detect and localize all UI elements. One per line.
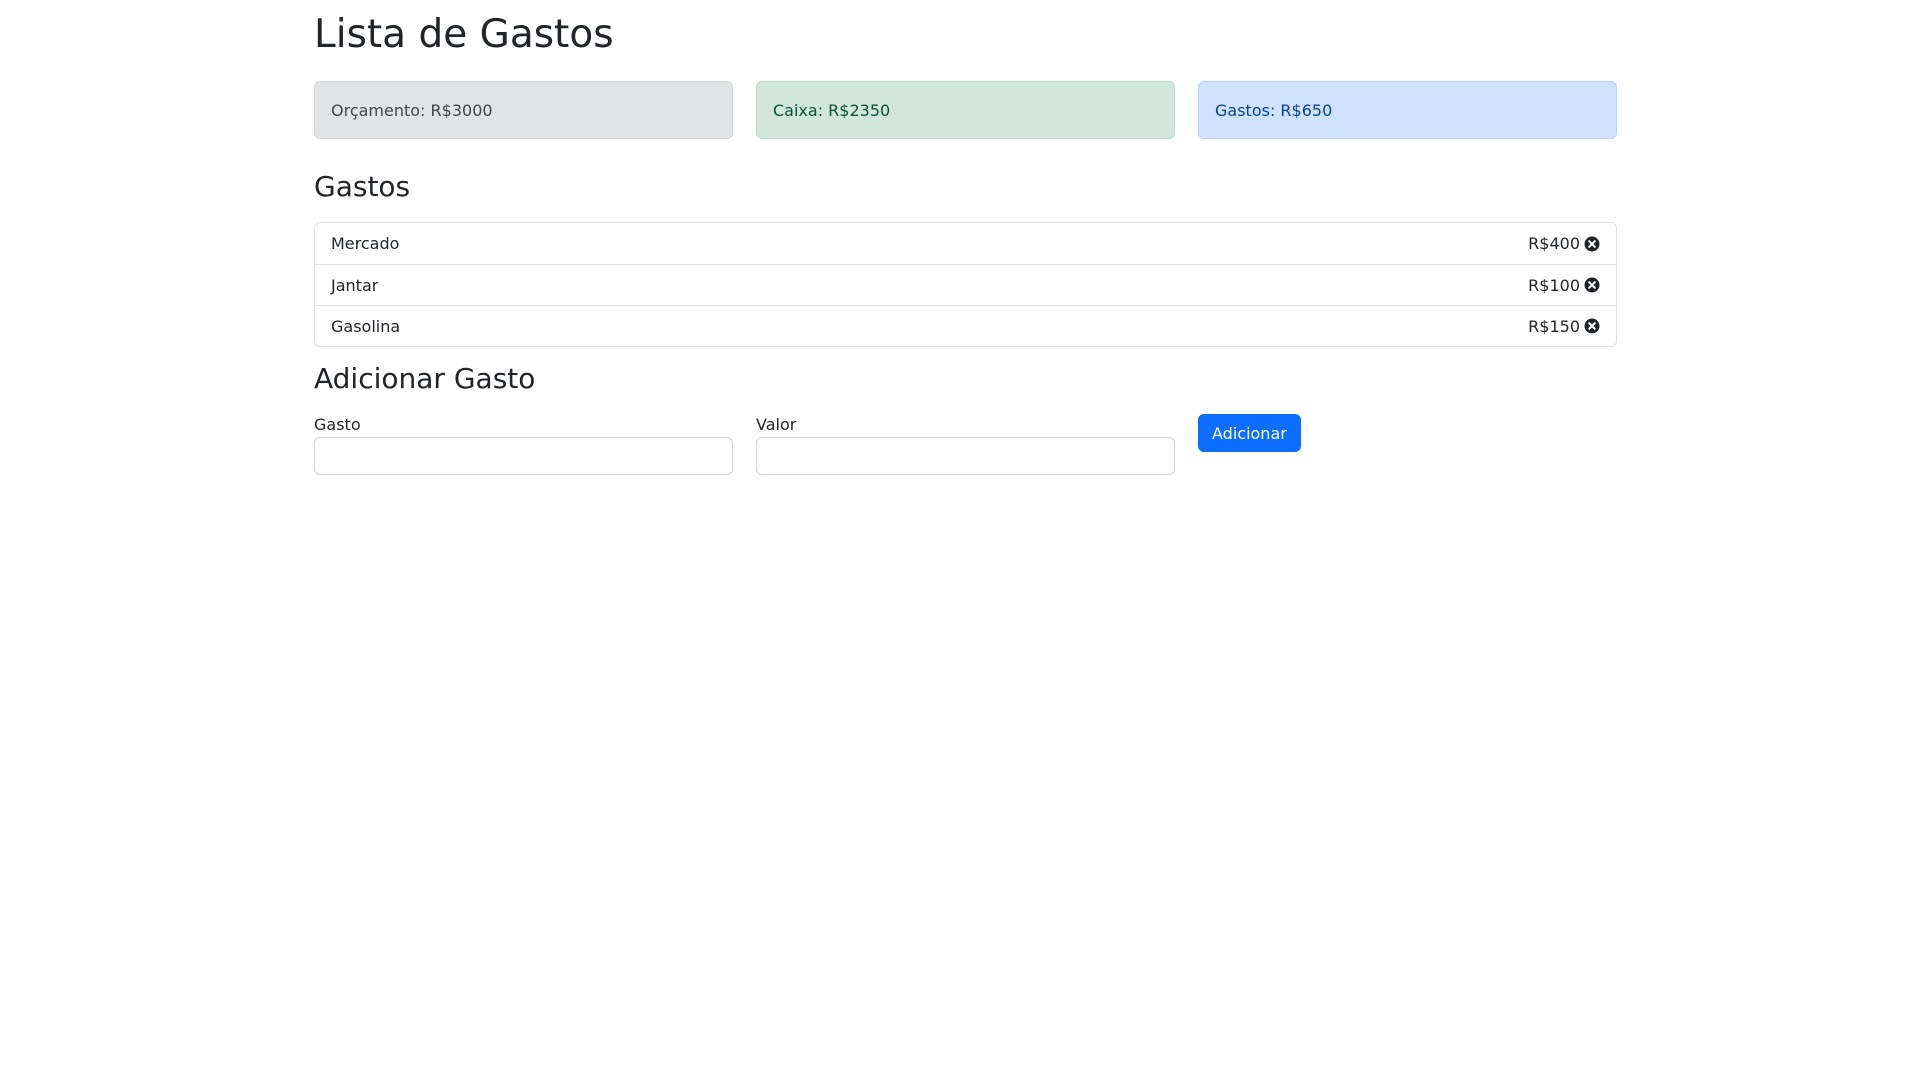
list-item: Mercado R$400 [315, 223, 1616, 264]
budget-text: Orçamento: R$3000 [331, 100, 493, 120]
close-circle-icon[interactable] [1584, 277, 1600, 293]
spent-text: Gastos: R$650 [1215, 100, 1333, 120]
add-expense-form: Gasto Valor Adicionar [314, 413, 1617, 477]
close-circle-icon[interactable] [1584, 318, 1600, 334]
remaining-text: Caixa: R$2350 [773, 100, 891, 120]
spent-alert: Gastos: R$650 [1198, 81, 1617, 139]
expense-value-group: Valor [756, 413, 1175, 475]
remaining-alert: Caixa: R$2350 [756, 81, 1175, 139]
expense-name: Mercado [331, 234, 400, 253]
expense-value: R$150 [1528, 316, 1580, 336]
list-item: Gasolina R$150 [315, 305, 1616, 346]
expense-right: R$100 [1528, 276, 1600, 295]
list-item: Jantar R$100 [315, 264, 1616, 305]
expense-right: R$400 [1528, 234, 1600, 253]
expense-name-label: Gasto [314, 415, 361, 434]
expense-name-input[interactable] [314, 437, 733, 475]
budget-alert: Orçamento: R$3000 [314, 81, 733, 139]
close-circle-icon[interactable] [1584, 236, 1600, 252]
expense-name: Gasolina [331, 316, 401, 336]
expense-right: R$150 [1528, 317, 1600, 336]
page-title: Lista de Gastos [314, 12, 614, 57]
summary-row: Orçamento: R$3000 Caixa: R$2350 Gastos: … [314, 81, 1617, 139]
expense-value: R$100 [1528, 275, 1580, 295]
expenses-heading: Gastos [314, 170, 411, 203]
expense-list: Mercado R$400 Jantar R$100 Gasolina R$15… [314, 222, 1617, 347]
expense-value-label: Valor [756, 415, 797, 434]
expense-value-input[interactable] [756, 437, 1175, 475]
add-expense-button[interactable]: Adicionar [1198, 414, 1301, 452]
add-expense-heading: Adicionar Gasto [314, 362, 536, 395]
expense-name-group: Gasto [314, 413, 733, 475]
expense-value: R$400 [1528, 234, 1580, 253]
expense-name: Jantar [331, 275, 379, 295]
